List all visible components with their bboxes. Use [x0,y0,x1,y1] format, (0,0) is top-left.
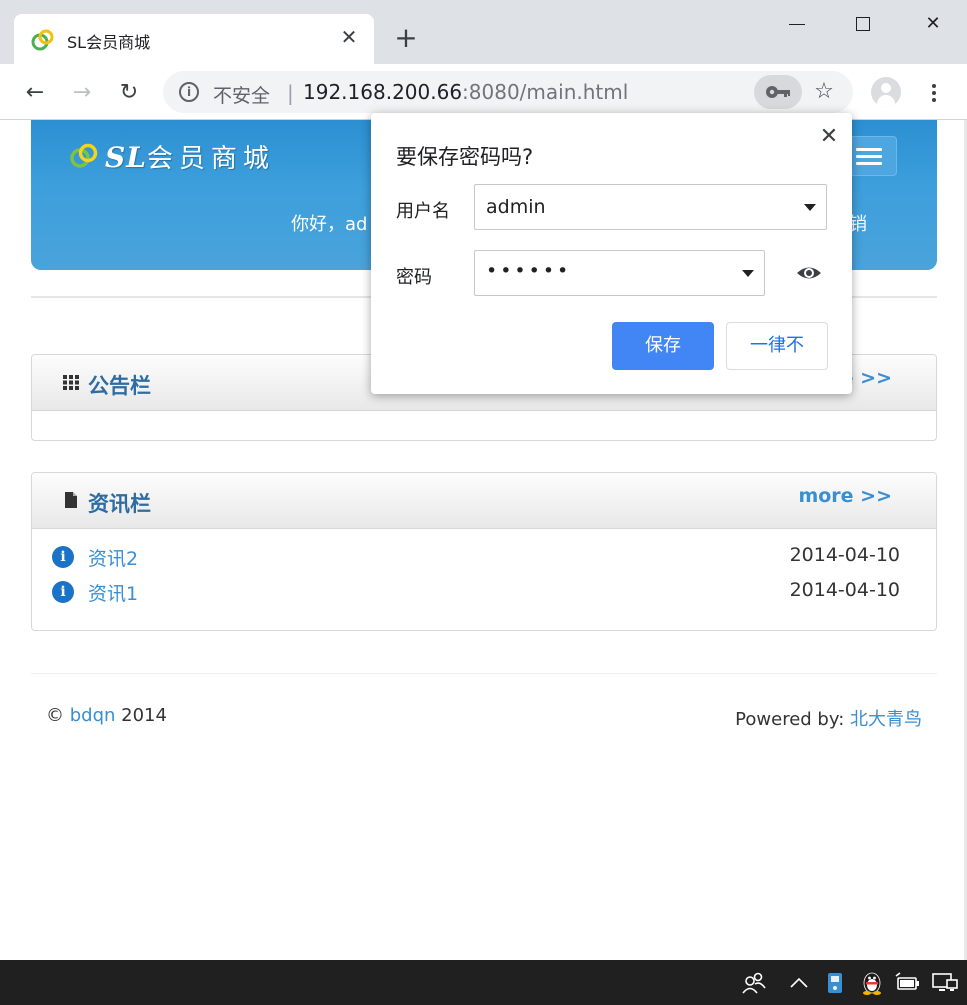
address-separator: | [287,81,294,105]
footer-copyright: © bdqn 2014 [46,705,167,726]
forward-button[interactable]: → [67,78,97,108]
site-favicon-icon [31,29,54,51]
back-button[interactable]: ← [20,78,50,108]
footer-powered-by: Powered by: 北大青鸟 [735,705,922,731]
username-select[interactable]: admin [474,184,827,230]
avatar-body [877,95,895,107]
chevron-down-icon [804,204,816,211]
footer-year: 2014 [121,705,167,726]
logo-text: SL会员商城 [105,138,275,175]
password-label: 密码 [396,267,432,288]
news-panel: 资讯栏 more >> i 资讯2 2014-04-10 i 资讯1 2014-… [31,472,937,631]
powered-by-label: Powered by: [735,709,845,730]
maximize-icon [856,17,870,31]
chevron-down-icon [742,270,754,277]
password-key-button[interactable] [754,75,802,109]
tab-strip: SL会员商城 ✕ + ✕ [0,0,967,64]
key-icon [766,86,790,98]
list-item: i 资讯1 2014-04-10 [32,572,936,607]
news-more-link[interactable]: more >> [798,485,892,507]
copyright-symbol: © [46,705,64,726]
reload-button[interactable]: ↻ [114,78,144,108]
news-date: 2014-04-10 [789,579,900,601]
browser-toolbar: ← → ↻ i 不安全 | 192.168.200.66:8080/main.h… [0,64,967,120]
qq-penguin-icon[interactable] [858,970,886,996]
username-value: admin [486,196,546,218]
save-password-dialog: ✕ 要保存密码吗? 用户名 admin 密码 •••••• 保存 一律不 [371,113,852,394]
tab-close-icon[interactable]: ✕ [338,26,360,48]
logo-chinese: 会员商城 [146,144,275,174]
footer-org-link[interactable]: bdqn [70,705,116,726]
news-panel-title: 资讯栏 [88,492,151,516]
taskbar [0,960,967,1005]
password-select[interactable]: •••••• [474,250,765,296]
username-label: 用户名 [396,201,450,222]
show-password-eye-icon[interactable] [796,263,822,283]
security-status[interactable]: 不安全 [213,81,270,108]
chevron-up-icon[interactable] [788,970,810,996]
footer-divider [31,673,937,674]
site-info-icon[interactable]: i [179,82,199,102]
notice-panel-title: 公告栏 [88,374,151,398]
window-minimize-button[interactable] [774,8,820,40]
network-icon[interactable] [930,970,960,996]
dialog-title: 要保存密码吗? [396,145,534,169]
user-greeting: 你好，ad [291,214,368,235]
url-path: :8080/main.html [462,80,629,104]
list-item: i 资讯2 2014-04-10 [32,537,936,572]
document-icon [65,492,77,508]
bookmark-star-icon[interactable]: ☆ [809,77,839,107]
browser-menu-icon[interactable] [920,78,948,108]
logo-rings-icon [70,143,98,168]
url-text[interactable]: 192.168.200.66:8080/main.html [303,80,628,104]
news-title-link[interactable]: 资讯2 [88,544,138,571]
address-bar[interactable]: i 不安全 | 192.168.200.66:8080/main.html ☆ [163,71,853,113]
info-icon: i [52,581,74,603]
url-host: 192.168.200.66 [303,80,463,104]
battery-power-icon[interactable] [894,970,922,996]
avatar-head [881,83,891,93]
window-maximize-button[interactable] [840,8,886,40]
dialog-close-icon[interactable]: ✕ [817,125,841,149]
usb-drive-icon[interactable] [822,970,848,996]
save-password-button[interactable]: 保存 [612,322,714,370]
browser-tab[interactable]: SL会员商城 ✕ [14,14,374,64]
news-panel-header: 资讯栏 more >> [32,473,936,529]
grid-icon [63,375,79,390]
news-list: i 资讯2 2014-04-10 i 资讯1 2014-04-10 [32,537,936,607]
people-icon[interactable] [740,970,768,996]
password-value: •••••• [486,260,572,282]
news-title-link[interactable]: 资讯1 [88,579,138,606]
never-save-button[interactable]: 一律不 [726,322,828,370]
powered-by-link[interactable]: 北大青鸟 [850,709,922,730]
tab-title: SL会员商城 [67,33,151,52]
profile-avatar-icon[interactable] [871,77,901,107]
logo-latin: SL [105,141,147,174]
info-icon: i [52,546,74,568]
window-close-button[interactable]: ✕ [910,8,956,40]
new-tab-button[interactable]: + [392,24,420,52]
minimize-icon [789,23,805,25]
news-date: 2014-04-10 [789,544,900,566]
